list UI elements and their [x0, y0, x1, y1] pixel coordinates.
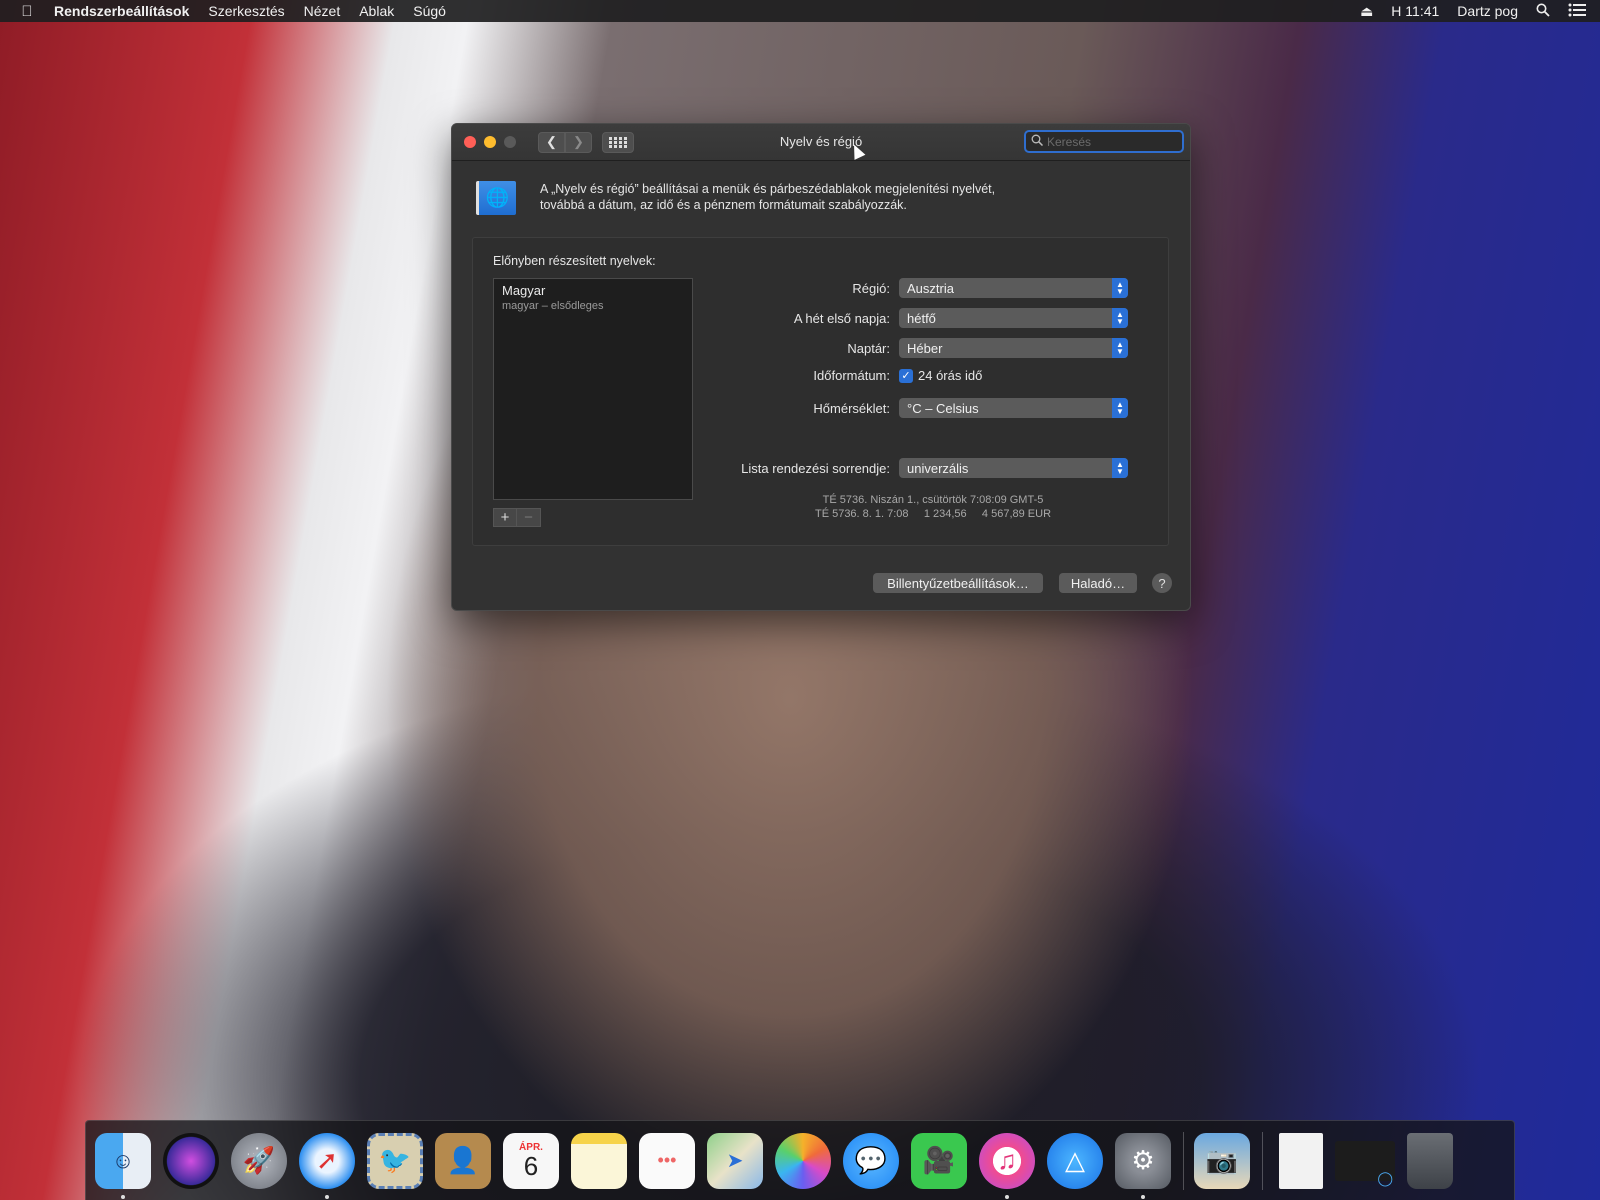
region-popup[interactable]: Ausztria ▲ ▼ — [899, 278, 1128, 298]
calendar-day: 6 — [523, 1151, 539, 1181]
list-item[interactable]: Magyar magyar – elsődleges — [494, 279, 692, 316]
region-row: Régió: Ausztria ▲ ▼ — [852, 278, 1128, 298]
show-all-button[interactable] — [602, 131, 634, 153]
calendar-icon[interactable]: ÁPR. 6 — [503, 1132, 559, 1189]
photos-icon[interactable] — [775, 1132, 831, 1189]
updown-chevron-icon: ▲ ▼ — [1112, 338, 1128, 358]
calendar-row: Naptár: Héber ▲ ▼ — [847, 338, 1128, 358]
document-icon[interactable] — [1279, 1132, 1323, 1189]
keyboard-preferences-button[interactable]: Billentyűzetbeállítások… — [873, 573, 1043, 593]
menu-bar:  Rendszerbeállítások Szerkesztés Nézet … — [0, 0, 1600, 22]
temperature-label: Hőmérséklet: — [813, 400, 890, 416]
sort-order-row: Lista rendezési sorrendje: univerzális ▲… — [741, 458, 1128, 478]
calendar-popup[interactable]: Héber ▲ ▼ — [899, 338, 1128, 358]
forward-button[interactable]: ❯ — [565, 131, 592, 153]
messages-icon[interactable]: 💬 — [843, 1132, 899, 1189]
search-input[interactable] — [1047, 134, 1167, 149]
intro-section: 🌐 A „Nyelv és régió” beállításai a menük… — [476, 181, 1060, 215]
preferred-languages-label: Előnyben részesített nyelvek: — [493, 254, 656, 268]
24-hour-time-checkbox[interactable]: ✓ — [899, 368, 913, 383]
minimize-window-button[interactable] — [484, 136, 496, 148]
updown-chevron-icon: ▲ ▼ — [1112, 278, 1128, 298]
language-subtitle: magyar – elsődleges — [502, 300, 604, 312]
notification-center-icon[interactable] — [1568, 3, 1586, 20]
menubar-user[interactable]: Dartz pog — [1457, 3, 1518, 19]
chevron-right-icon: ❯ — [573, 134, 584, 149]
menu-app-name[interactable]: Rendszerbeállítások — [54, 3, 189, 19]
menu-view[interactable]: Nézet — [304, 3, 341, 19]
intro-line-1: A „Nyelv és régió” beállításai a menük é… — [540, 182, 996, 196]
zoom-window-button[interactable] — [504, 136, 516, 148]
menu-edit[interactable]: Szerkesztés — [208, 3, 284, 19]
contacts-icon[interactable]: 👤 — [435, 1132, 491, 1189]
menubar-clock[interactable]: H 11:41 — [1391, 3, 1439, 19]
notes-icon[interactable] — [571, 1132, 627, 1189]
menu-help[interactable]: Súgó — [413, 3, 446, 19]
region-value: Ausztria — [907, 280, 954, 296]
calendar-label: Naptár: — [847, 340, 890, 356]
updown-chevron-icon: ▲ ▼ — [1112, 458, 1128, 478]
sort-order-value: univerzális — [907, 460, 969, 476]
app-store-icon[interactable]: △ — [1047, 1132, 1103, 1189]
temperature-row: Hőmérséklet: °C – Celsius ▲ ▼ — [813, 398, 1128, 418]
add-remove-controls: + − — [493, 508, 541, 527]
region-label: Régió: — [852, 280, 890, 296]
intro-line-2: továbbá a dátum, az idő és a pénznem for… — [540, 198, 907, 212]
updown-chevron-icon: ▲ ▼ — [1112, 308, 1128, 328]
menu-window[interactable]: Ablak — [359, 3, 394, 19]
time-format-label: Időformátum: — [813, 368, 890, 383]
updown-chevron-icon: ▲ ▼ — [1112, 398, 1128, 418]
first-day-row: A hét első napja: hétfő ▲ ▼ — [794, 308, 1128, 328]
downloads-icon[interactable]: ◯ — [1335, 1140, 1395, 1186]
close-window-button[interactable] — [464, 136, 476, 148]
spotlight-search-icon[interactable] — [1536, 3, 1550, 20]
language-region-window: ❮ ❯ Nyelv és régió 🌐 A „Nyelv és régió” … — [451, 123, 1191, 611]
reminders-icon[interactable]: ••• — [639, 1132, 695, 1189]
itunes-icon[interactable]: ♫ — [979, 1132, 1035, 1199]
intro-description: A „Nyelv és régió” beállításai a menük é… — [540, 181, 1060, 215]
window-titlebar[interactable]: ❮ ❯ Nyelv és régió — [452, 124, 1190, 161]
first-day-popup[interactable]: hétfő ▲ ▼ — [899, 308, 1128, 328]
remove-language-button[interactable]: − — [517, 508, 541, 527]
settings-panel: Előnyben részesített nyelvek: Magyar mag… — [472, 237, 1169, 546]
grid-icon — [609, 136, 627, 148]
eject-icon[interactable]: ⏏ — [1360, 3, 1373, 20]
format-sample-line-1: TÉ 5736. Niszán 1., csütörtök 7:08:09 GM… — [822, 494, 1044, 506]
siri-icon[interactable] — [163, 1132, 219, 1189]
finder-icon[interactable]: ☺ — [95, 1132, 151, 1199]
search-field[interactable] — [1024, 130, 1184, 153]
apple-menu-icon[interactable]:  — [0, 3, 54, 20]
launchpad-icon[interactable]: 🚀 — [231, 1132, 287, 1189]
24-hour-time-label[interactable]: 24 órás idő — [918, 368, 1128, 383]
preview-icon[interactable]: 📷 — [1194, 1132, 1250, 1189]
safari-icon[interactable]: ➚ — [299, 1132, 355, 1199]
temperature-value: °C – Celsius — [907, 400, 979, 416]
format-sample-line-2: TÉ 5736. 8. 1. 7:08 1 234,56 4 567,89 EU… — [814, 508, 1052, 520]
first-day-label: A hét első napja: — [793, 310, 890, 326]
back-button[interactable]: ❮ — [538, 131, 565, 153]
advanced-button[interactable]: Haladó… — [1059, 573, 1137, 593]
sort-order-popup[interactable]: univerzális ▲ ▼ — [899, 458, 1128, 478]
facetime-icon[interactable]: 🎥 — [911, 1132, 967, 1189]
dock: ☺ 🚀 ➚ 🐦 👤 ÁPR. 6 ••• ➤ 💬 🎥 ♫ △ ⚙ 📷 ◯ — [85, 1120, 1515, 1200]
maps-icon[interactable]: ➤ — [707, 1132, 763, 1189]
system-preferences-icon[interactable]: ⚙ — [1115, 1132, 1171, 1199]
time-format-row: Időformátum: ✓ 24 órás idő — [813, 368, 1128, 383]
help-button[interactable]: ? — [1152, 573, 1172, 593]
dock-separator — [1183, 1131, 1184, 1190]
language-region-flag-icon: 🌐 — [476, 181, 516, 215]
search-icon — [1031, 134, 1045, 149]
sort-order-label: Lista rendezési sorrendje: — [741, 460, 890, 476]
first-day-value: hétfő — [907, 310, 936, 326]
language-name: Magyar — [502, 283, 546, 298]
mail-icon[interactable]: 🐦 — [367, 1132, 423, 1189]
preferred-languages-list[interactable]: Magyar magyar – elsődleges — [493, 278, 693, 500]
chevron-left-icon: ❮ — [546, 134, 557, 149]
calendar-value: Héber — [907, 340, 943, 356]
trash-icon[interactable] — [1407, 1132, 1453, 1189]
add-language-button[interactable]: + — [493, 508, 517, 527]
dock-separator — [1262, 1131, 1263, 1190]
temperature-popup[interactable]: °C – Celsius ▲ ▼ — [899, 398, 1128, 418]
